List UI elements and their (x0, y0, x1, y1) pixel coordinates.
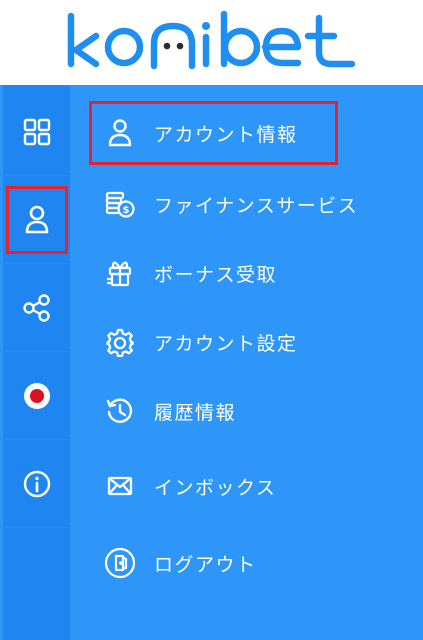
info-icon (23, 470, 50, 497)
menu-item-label: ボーナス受取 (154, 263, 278, 286)
user-icon (104, 117, 136, 149)
menu-item-label: ファイナンスサービス (154, 194, 359, 217)
finance-coins-icon: $ (104, 188, 136, 220)
rail-item-language[interactable] (3, 352, 70, 440)
menu-item-inbox[interactable]: インボックス (104, 466, 276, 506)
menu-item-logout[interactable]: ログアウト (104, 543, 257, 583)
gear-icon (104, 326, 136, 358)
rail-item-account[interactable] (3, 176, 70, 264)
menu-item-bonus-claim[interactable]: ボーナス受取 (104, 253, 277, 293)
rail-item-info[interactable] (3, 440, 70, 528)
rail-item-share[interactable] (3, 264, 70, 352)
menu-item-label: インボックス (154, 476, 277, 499)
dashboard-grid-icon (23, 118, 50, 145)
menu-item-finance-services[interactable]: $ ファイナンスサービス (104, 184, 358, 224)
svg-text:$: $ (123, 205, 130, 216)
logout-icon (104, 547, 136, 579)
menu-item-history[interactable]: 履歴情報 (104, 391, 236, 431)
konibet-logo[interactable] (0, 0, 423, 85)
gift-icon (104, 257, 136, 289)
history-icon (104, 395, 136, 427)
menu-item-label: アカウント設定 (154, 332, 298, 355)
menu-item-label: アカウント情報 (154, 123, 298, 146)
user-icon (25, 205, 48, 233)
menu-item-account-info[interactable]: アカウント情報 (104, 113, 298, 153)
rail-item-dashboard[interactable] (3, 88, 70, 176)
mail-icon (104, 470, 136, 502)
header (0, 0, 423, 85)
menu-item-label: 履歴情報 (154, 401, 237, 424)
menu-item-label: ログアウト (154, 553, 257, 576)
japan-flag-icon (23, 382, 50, 409)
share-icon (22, 293, 50, 322)
menu-item-account-settings[interactable]: アカウント設定 (104, 322, 298, 362)
